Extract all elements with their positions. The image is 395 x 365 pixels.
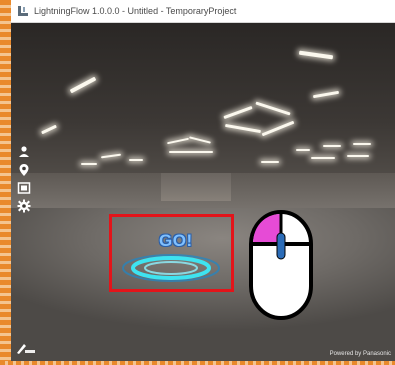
ceiling-light — [353, 143, 371, 145]
wall-doorway — [161, 173, 231, 201]
ceiling-light — [81, 163, 97, 165]
location-pin-icon[interactable] — [17, 163, 31, 177]
mouse-left-click-icon — [249, 210, 313, 320]
title-bar[interactable]: LightningFlow 1.0.0.0 - Untitled - Tempo… — [11, 0, 395, 23]
window-left-border — [0, 0, 11, 365]
gear-icon[interactable] — [17, 199, 31, 213]
ceiling-light — [347, 155, 369, 157]
ceiling-light — [129, 159, 143, 161]
frame-icon[interactable] — [17, 181, 31, 195]
app-icon — [18, 6, 28, 16]
ceiling-light — [296, 149, 310, 151]
window-bottom-border — [0, 361, 395, 365]
ceiling-light — [169, 151, 213, 153]
ceiling-light — [311, 157, 335, 159]
powered-by-label: Powered by Panasonic — [329, 351, 391, 357]
viewport-toolbar — [15, 145, 33, 213]
3d-viewport[interactable]: GO! Powered by Panasonic — [11, 23, 395, 361]
ceiling-light — [323, 145, 341, 147]
edit-icon[interactable] — [15, 341, 37, 355]
highlight-box — [109, 214, 234, 292]
person-pin-icon[interactable] — [17, 145, 31, 159]
window-title: LightningFlow 1.0.0.0 - Untitled - Tempo… — [34, 6, 237, 16]
ceiling-light — [261, 161, 279, 163]
